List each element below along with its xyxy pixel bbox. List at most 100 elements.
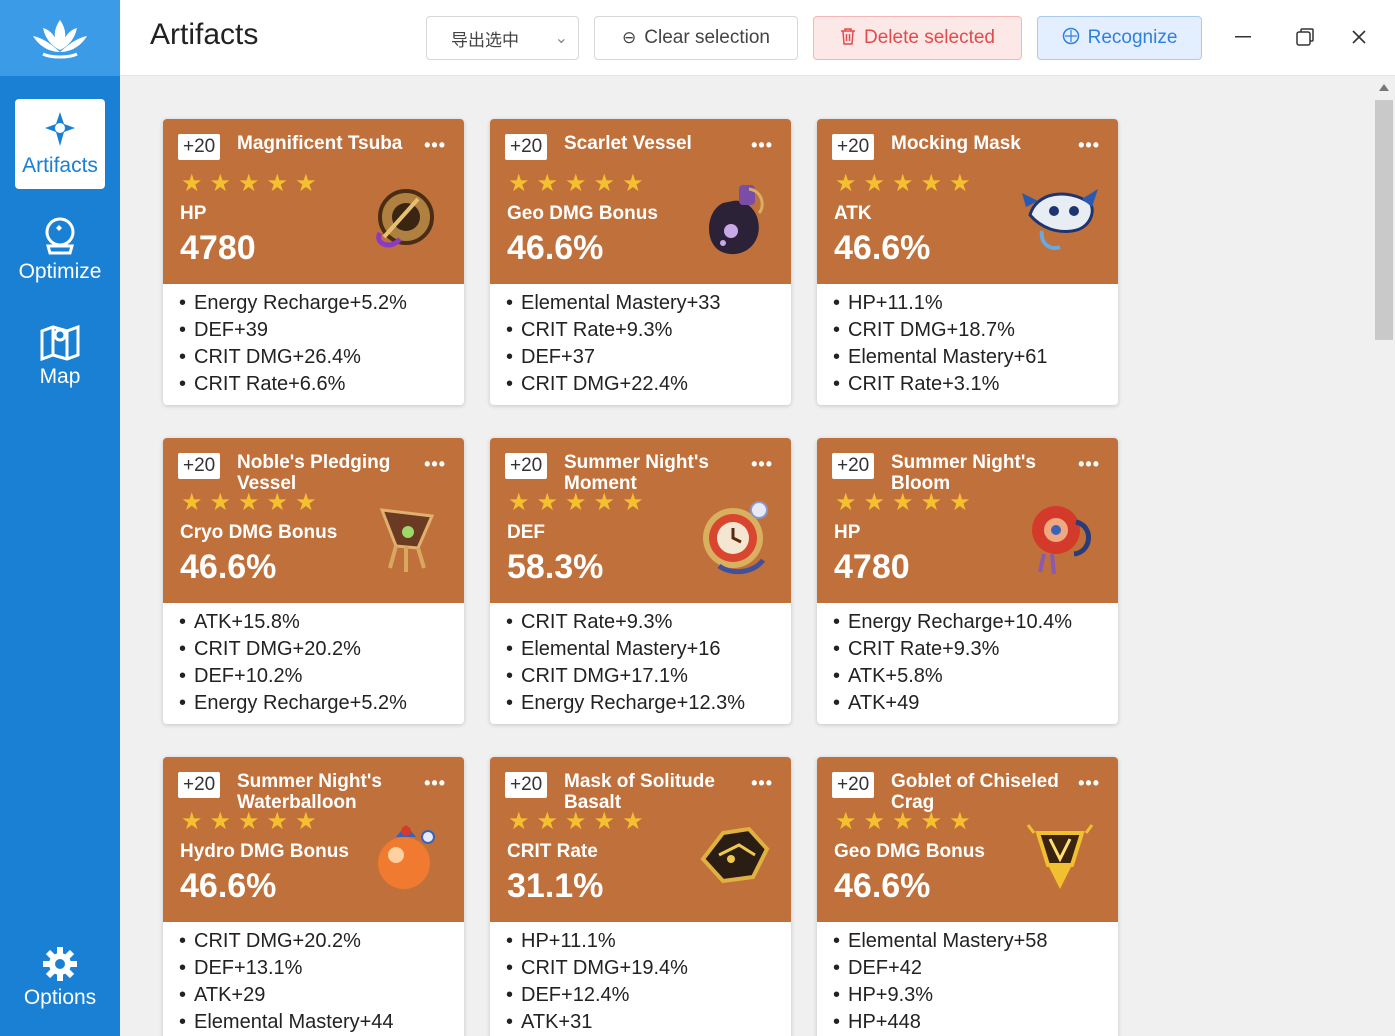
more-options-icon[interactable]: •••: [1078, 135, 1100, 156]
level-badge: +20: [505, 453, 548, 479]
more-options-icon[interactable]: •••: [751, 454, 773, 475]
artifact-card[interactable]: +20 Scarlet Vessel ••• ★★★★★ Geo DMG Bonus 46…: [490, 119, 791, 405]
recognize-label: Recognize: [1087, 27, 1178, 48]
rarity-stars: ★★★★★: [508, 170, 651, 197]
artifact-card[interactable]: +20 Summer Night's Moment ••• ★★★★★ DEF 58.3%…: [490, 438, 791, 724]
main-stat-value: 46.6%: [180, 548, 277, 586]
main-stat-name: Hydro DMG Bonus: [180, 841, 349, 862]
level-badge: +20: [832, 772, 875, 798]
more-options-icon[interactable]: •••: [424, 773, 446, 794]
substat-item: HP+11.1%: [833, 290, 1118, 317]
delete-selected-button[interactable]: Delete selected: [813, 16, 1022, 60]
more-options-icon[interactable]: •••: [424, 454, 446, 475]
main-stat-value: 58.3%: [507, 548, 604, 586]
app-logo: [0, 0, 120, 76]
substat-item: Elemental Mastery+44: [179, 1009, 464, 1036]
substat-item: DEF+42: [833, 955, 1118, 982]
level-badge: +20: [178, 453, 221, 479]
substat-list: CRIT DMG+20.2%DEF+13.1%ATK+29Elemental M…: [163, 922, 464, 1036]
substat-item: ATK+29: [179, 982, 464, 1009]
artifact-card-header: +20 Noble's Pledging Vessel ••• ★★★★★ Cryo D…: [163, 438, 464, 603]
level-badge: +20: [178, 772, 221, 798]
close-button[interactable]: [1344, 22, 1374, 52]
substat-item: Energy Recharge+5.2%: [179, 290, 464, 317]
artifact-card-header: +20 Summer Night's Moment ••• ★★★★★ DEF 58.3%: [490, 438, 791, 603]
artifact-card[interactable]: +20 Mask of Solitude Basalt ••• ★★★★★ CRIT R…: [490, 757, 791, 1036]
rarity-stars: ★★★★★: [508, 489, 651, 516]
substat-item: CRIT Rate+6.6%: [179, 371, 464, 398]
minimize-button[interactable]: [1228, 22, 1258, 52]
main-stat-name: CRIT Rate: [507, 841, 598, 862]
substat-item: CRIT Rate+3.1%: [833, 371, 1118, 398]
substat-item: HP+9.3%: [833, 982, 1118, 1009]
sidebar-item-label: Map: [39, 365, 81, 388]
substat-item: ATK+49: [833, 690, 1118, 717]
rarity-stars: ★★★★★: [508, 808, 651, 835]
sidebar-item-map[interactable]: Map: [15, 310, 105, 400]
artifact-noble-icon: [379, 508, 435, 572]
substat-list: CRIT Rate+9.3%Elemental Mastery+16CRIT D…: [490, 603, 791, 717]
rarity-stars: ★★★★★: [835, 489, 978, 516]
more-options-icon[interactable]: •••: [1078, 773, 1100, 794]
app-window: Artifacts Optimize Map Options Artifacts…: [0, 0, 1395, 1036]
substat-item: CRIT DMG+20.2%: [179, 636, 464, 663]
main-stat-value: 4780: [834, 548, 910, 586]
sidebar-item-options[interactable]: Options: [15, 933, 105, 1023]
more-options-icon[interactable]: •••: [751, 135, 773, 156]
artifact-card[interactable]: +20Summer Night's Bloom•••★★★★★HP4780Ene…: [817, 438, 1118, 724]
main-stat-name: ATK: [834, 203, 872, 224]
substat-list: Elemental Mastery+33CRIT Rate+9.3%DEF+37…: [490, 284, 791, 398]
maximize-button[interactable]: [1290, 22, 1320, 52]
artifact-name: Scarlet Vessel: [564, 133, 692, 154]
level-badge: +20: [505, 134, 548, 160]
artifact-card[interactable]: +20 Summer Night's Waterballoon ••• ★★★★★ Hy…: [163, 757, 464, 1036]
artifact-tsuba-icon: [376, 189, 434, 248]
main-stat-name: Geo DMG Bonus: [834, 841, 985, 862]
sidebar-item-artifacts[interactable]: Artifacts: [15, 99, 105, 189]
artifact-card[interactable]: +20 Noble's Pledging Vessel ••• ★★★★★ Cryo D…: [163, 438, 464, 724]
substat-item: HP+448: [833, 1009, 1118, 1036]
delete-selected-label: Delete selected: [864, 27, 995, 48]
restore-icon: [1296, 28, 1314, 46]
recognize-button[interactable]: Recognize: [1037, 16, 1202, 60]
substat-item: Elemental Mastery+58: [833, 928, 1118, 955]
rarity-stars: ★★★★★: [181, 808, 324, 835]
artifact-card-header: +20 Summer Night's Bloom ••• ★★★★★ HP 4780: [817, 438, 1118, 603]
artifact-card[interactable]: +20 Magnificent Tsuba ••• ★★★★★ HP 4780 Energy…: [163, 119, 464, 405]
rarity-stars: ★★★★★: [181, 170, 324, 197]
artifact-card-header: +20 Mask of Solitude Basalt ••• ★★★★★ CRIT R…: [490, 757, 791, 922]
artifact-clock-icon: [703, 501, 768, 575]
crystal-ball-icon: [45, 217, 75, 255]
clear-selection-button[interactable]: ⊖ Clear selection: [594, 16, 798, 60]
scroll-up-arrow-icon[interactable]: [1379, 84, 1389, 91]
main-stat-value: 46.6%: [507, 229, 604, 267]
level-badge: +20: [178, 134, 221, 160]
scrollbar[interactable]: [1373, 78, 1395, 1036]
sidebar-item-optimize[interactable]: Optimize: [15, 205, 105, 295]
artifact-goblet-icon: [1026, 824, 1094, 889]
main-stat-value: 31.1%: [507, 867, 604, 905]
scroll-thumb[interactable]: [1375, 100, 1393, 340]
artifact-name: Mocking Mask: [891, 133, 1021, 154]
level-badge: +20: [832, 134, 875, 160]
artifact-card-header: +20 Goblet of Chiseled Crag ••• ★★★★★ Geo DM…: [817, 757, 1118, 922]
substat-item: CRIT DMG+17.1%: [506, 663, 791, 690]
artifact-name: Magnificent Tsuba: [237, 133, 403, 154]
main-stat-name: DEF: [507, 522, 545, 543]
more-options-icon[interactable]: •••: [1078, 454, 1100, 475]
main-stat-value: 46.6%: [180, 867, 277, 905]
main-stat-name: HP: [180, 203, 207, 224]
artifact-mask-icon: [1022, 189, 1098, 250]
export-select[interactable]: 导出选中 ⌄: [426, 16, 579, 60]
substat-item: CRIT DMG+19.4%: [506, 955, 791, 982]
more-options-icon[interactable]: •••: [751, 773, 773, 794]
page-title: Artifacts: [150, 18, 259, 51]
substat-item: DEF+13.1%: [179, 955, 464, 982]
substat-item: HP+11.1%: [506, 928, 791, 955]
main-stat-value: 46.6%: [834, 229, 931, 267]
rarity-stars: ★★★★★: [181, 489, 324, 516]
substat-item: Energy Recharge+10.4%: [833, 609, 1118, 636]
artifact-card[interactable]: +20Mocking Mask•••★★★★★ATK46.6%HP+11.1%C…: [817, 119, 1118, 405]
more-options-icon[interactable]: •••: [424, 135, 446, 156]
artifact-card[interactable]: +20 Goblet of Chiseled Crag ••• ★★★★★ Geo DM…: [817, 757, 1118, 1036]
